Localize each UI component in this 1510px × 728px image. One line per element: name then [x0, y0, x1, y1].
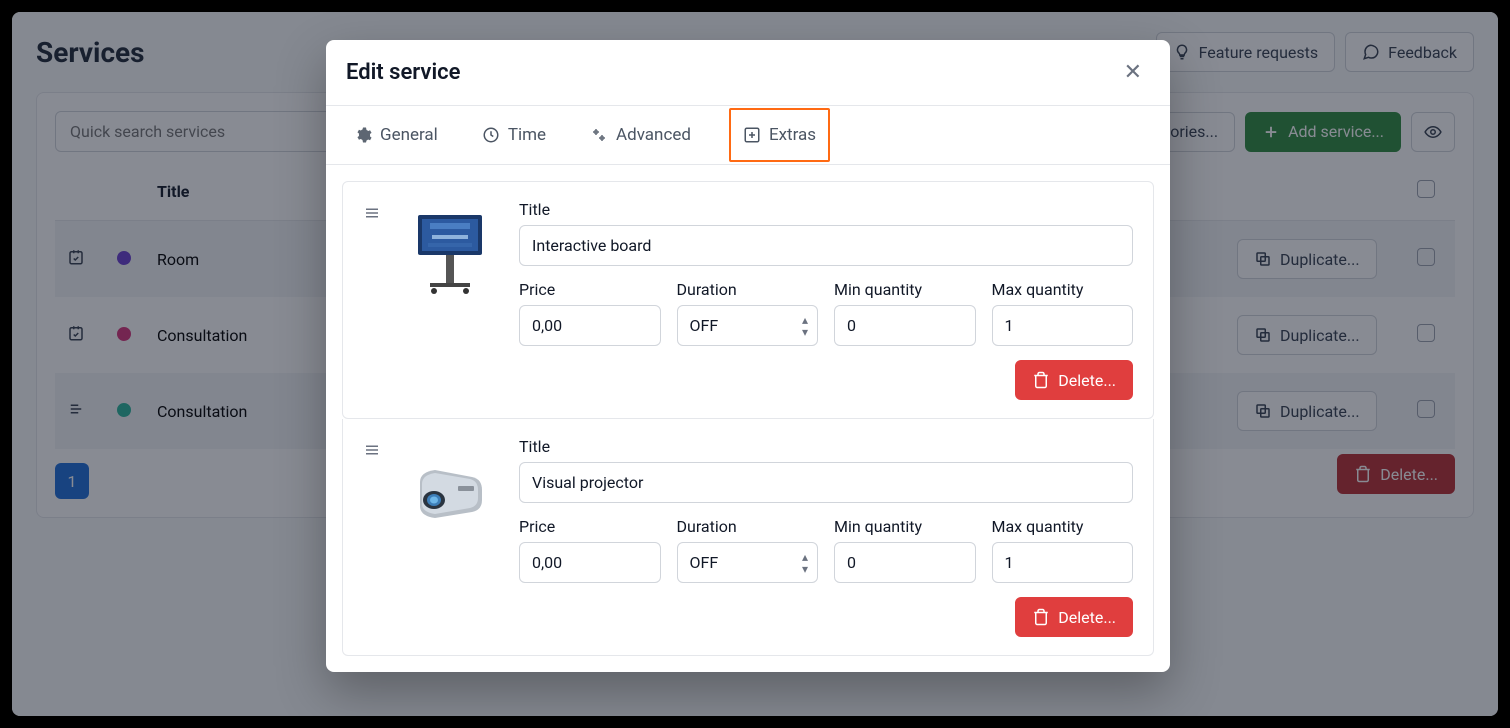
extra-title-input[interactable]	[519, 225, 1133, 266]
duration-select[interactable]	[677, 542, 819, 583]
clock-icon	[482, 126, 500, 144]
price-input[interactable]	[519, 305, 661, 346]
extra-item: TitlePriceDuration▴▾Min quantityMax quan…	[342, 181, 1154, 419]
price-input[interactable]	[519, 542, 661, 583]
max-qty-label: Max quantity	[992, 517, 1134, 536]
gears-icon	[590, 126, 608, 144]
title-label: Title	[519, 437, 1133, 456]
max-qty-input[interactable]	[992, 542, 1134, 583]
duration-label: Duration	[677, 517, 819, 536]
extra-thumbnail[interactable]	[395, 200, 505, 310]
edit-service-modal: Edit service ✕ General Time Advanced Ext…	[326, 40, 1170, 672]
extra-item: TitlePriceDuration▴▾Min quantityMax quan…	[342, 419, 1154, 656]
title-label: Title	[519, 200, 1133, 219]
duration-select[interactable]	[677, 305, 819, 346]
tab-advanced[interactable]: Advanced	[584, 106, 697, 164]
tab-time[interactable]: Time	[476, 106, 552, 164]
duration-label: Duration	[677, 280, 819, 299]
modal-title: Edit service	[346, 60, 460, 85]
extra-title-input[interactable]	[519, 462, 1133, 503]
max-qty-input[interactable]	[992, 305, 1134, 346]
tab-general[interactable]: General	[348, 106, 444, 164]
drag-handle-icon[interactable]	[363, 437, 381, 463]
delete-extra-button[interactable]: Delete...	[1015, 360, 1133, 400]
delete-extra-button[interactable]: Delete...	[1015, 597, 1133, 637]
drag-handle-icon[interactable]	[363, 200, 381, 226]
close-icon[interactable]: ✕	[1116, 56, 1150, 89]
min-qty-label: Min quantity	[834, 517, 976, 536]
price-label: Price	[519, 280, 661, 299]
max-qty-label: Max quantity	[992, 280, 1134, 299]
min-qty-label: Min quantity	[834, 280, 976, 299]
extra-thumbnail[interactable]	[395, 437, 505, 547]
tab-extras[interactable]: Extras	[729, 108, 830, 162]
min-qty-input[interactable]	[834, 305, 976, 346]
gear-icon	[354, 126, 372, 144]
trash-icon	[1032, 371, 1050, 389]
min-qty-input[interactable]	[834, 542, 976, 583]
plus-square-icon	[743, 126, 761, 144]
trash-icon	[1032, 608, 1050, 626]
price-label: Price	[519, 517, 661, 536]
